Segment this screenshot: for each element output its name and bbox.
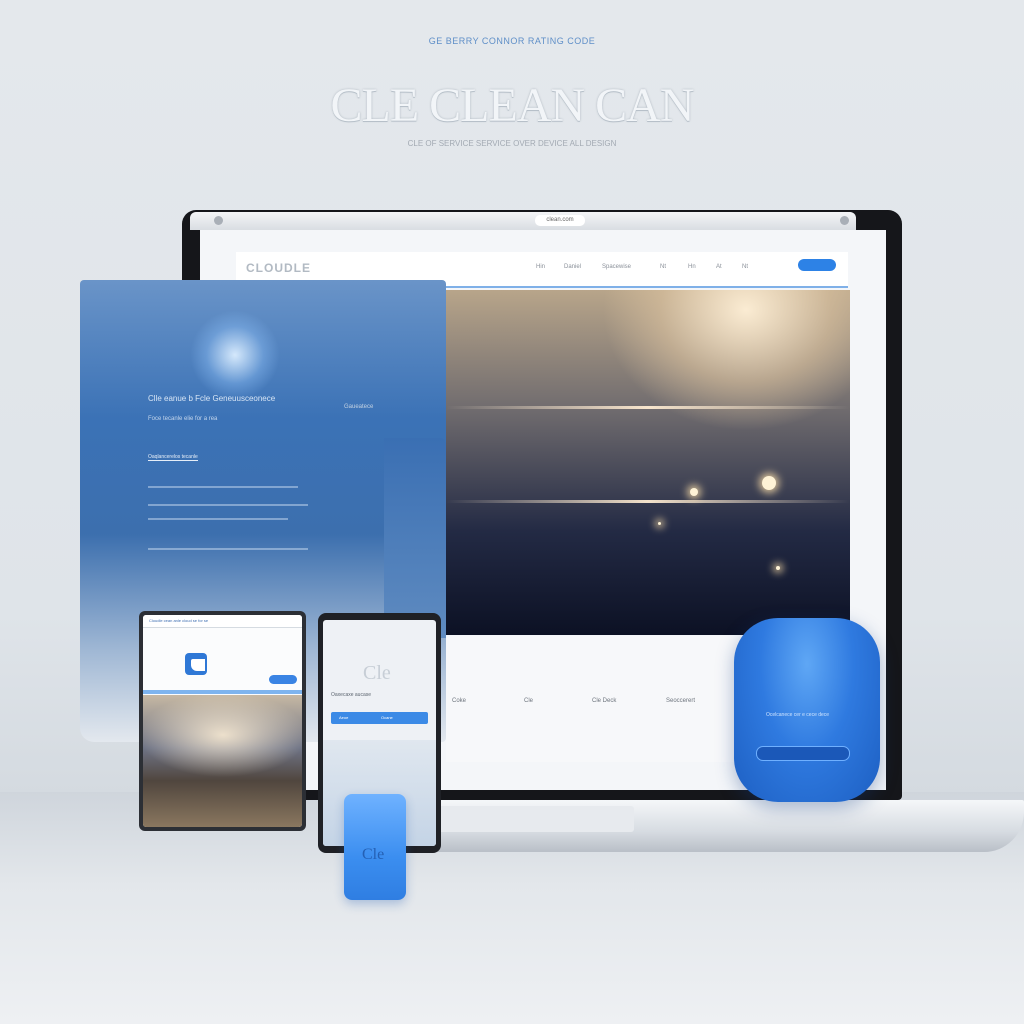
light-spark: [762, 476, 776, 490]
nav-item[interactable]: Nt: [660, 264, 666, 270]
device-text: Ocelcanece cer e cece dece: [766, 712, 830, 718]
panel-side-label: Gaueatece: [344, 404, 374, 410]
light-spark: [658, 522, 661, 525]
nav-item[interactable]: Hn: [688, 264, 696, 270]
text-line: [148, 504, 308, 506]
nav-item[interactable]: Nt: [742, 264, 748, 270]
text-line: [148, 548, 308, 550]
panel-link[interactable]: Oaqlancerelos tecanle: [148, 454, 198, 461]
tablet-hero-image: [143, 695, 302, 827]
phone-tab[interactable]: Ocane: [381, 715, 393, 720]
smart-hub-device: Ocelcanece cer e cece dece: [734, 618, 880, 802]
light-spark: [776, 566, 780, 570]
phone-text: Oaxecaxe aucase: [331, 692, 372, 698]
browser-settings-icon[interactable]: [840, 216, 849, 225]
signup-button[interactable]: [798, 259, 836, 271]
browser-toolbar: clean.com: [190, 212, 856, 230]
device-button[interactable]: [756, 746, 850, 761]
hero-title: CLE CLEAN CAN: [330, 79, 695, 132]
blue-cube-device: Cle: [344, 794, 406, 900]
nav-item[interactable]: Hin: [536, 264, 545, 270]
cube-label: Cle: [362, 846, 385, 863]
hero-image: [446, 290, 850, 635]
browser-dot-icon[interactable]: [214, 216, 223, 225]
trackpad: [436, 806, 634, 832]
tablet-divider: [143, 690, 302, 694]
address-bar[interactable]: clean.com: [535, 215, 585, 226]
tablet-header: Cloudle cean anle cloud se for se: [143, 615, 302, 628]
light-spark: [690, 488, 698, 496]
hero-subtitle: CLE OF SERVICE SERVICE OVER DEVICE ALL D…: [407, 139, 617, 148]
feature-item[interactable]: Cle: [524, 698, 533, 704]
nav-item[interactable]: Daniel: [564, 264, 581, 270]
light-streak: [446, 500, 850, 503]
feature-item[interactable]: Coke: [452, 698, 466, 704]
panel-title: Clle eanue b Fcle Geneuusceonece: [148, 394, 276, 403]
text-line: [148, 486, 298, 488]
panel-glow: [190, 310, 280, 400]
app-logo-icon: [185, 653, 207, 675]
phone-tab[interactable]: Aeoe: [339, 715, 348, 720]
site-logo[interactable]: CLOUDLE: [246, 261, 311, 275]
nav-item[interactable]: Spacewise: [602, 264, 631, 270]
feature-item[interactable]: Cle Deck: [592, 698, 616, 704]
tablet-device: Cloudle cean anle cloud se for se: [139, 611, 306, 831]
nav-item[interactable]: At: [716, 264, 722, 270]
feature-item[interactable]: Seoccerert: [666, 698, 695, 704]
phone-logo: Cle: [363, 662, 391, 684]
panel-tab: [384, 438, 446, 638]
light-streak: [446, 406, 850, 409]
tablet-screen: Cloudle cean anle cloud se for se: [143, 615, 302, 827]
hero-tagline: GE BERRY CONNOR RATING CODE: [428, 36, 596, 46]
panel-subtitle: Foce tecanle elie for a rea: [148, 416, 218, 422]
tablet-cta-button[interactable]: [269, 675, 297, 684]
text-line: [148, 518, 288, 520]
